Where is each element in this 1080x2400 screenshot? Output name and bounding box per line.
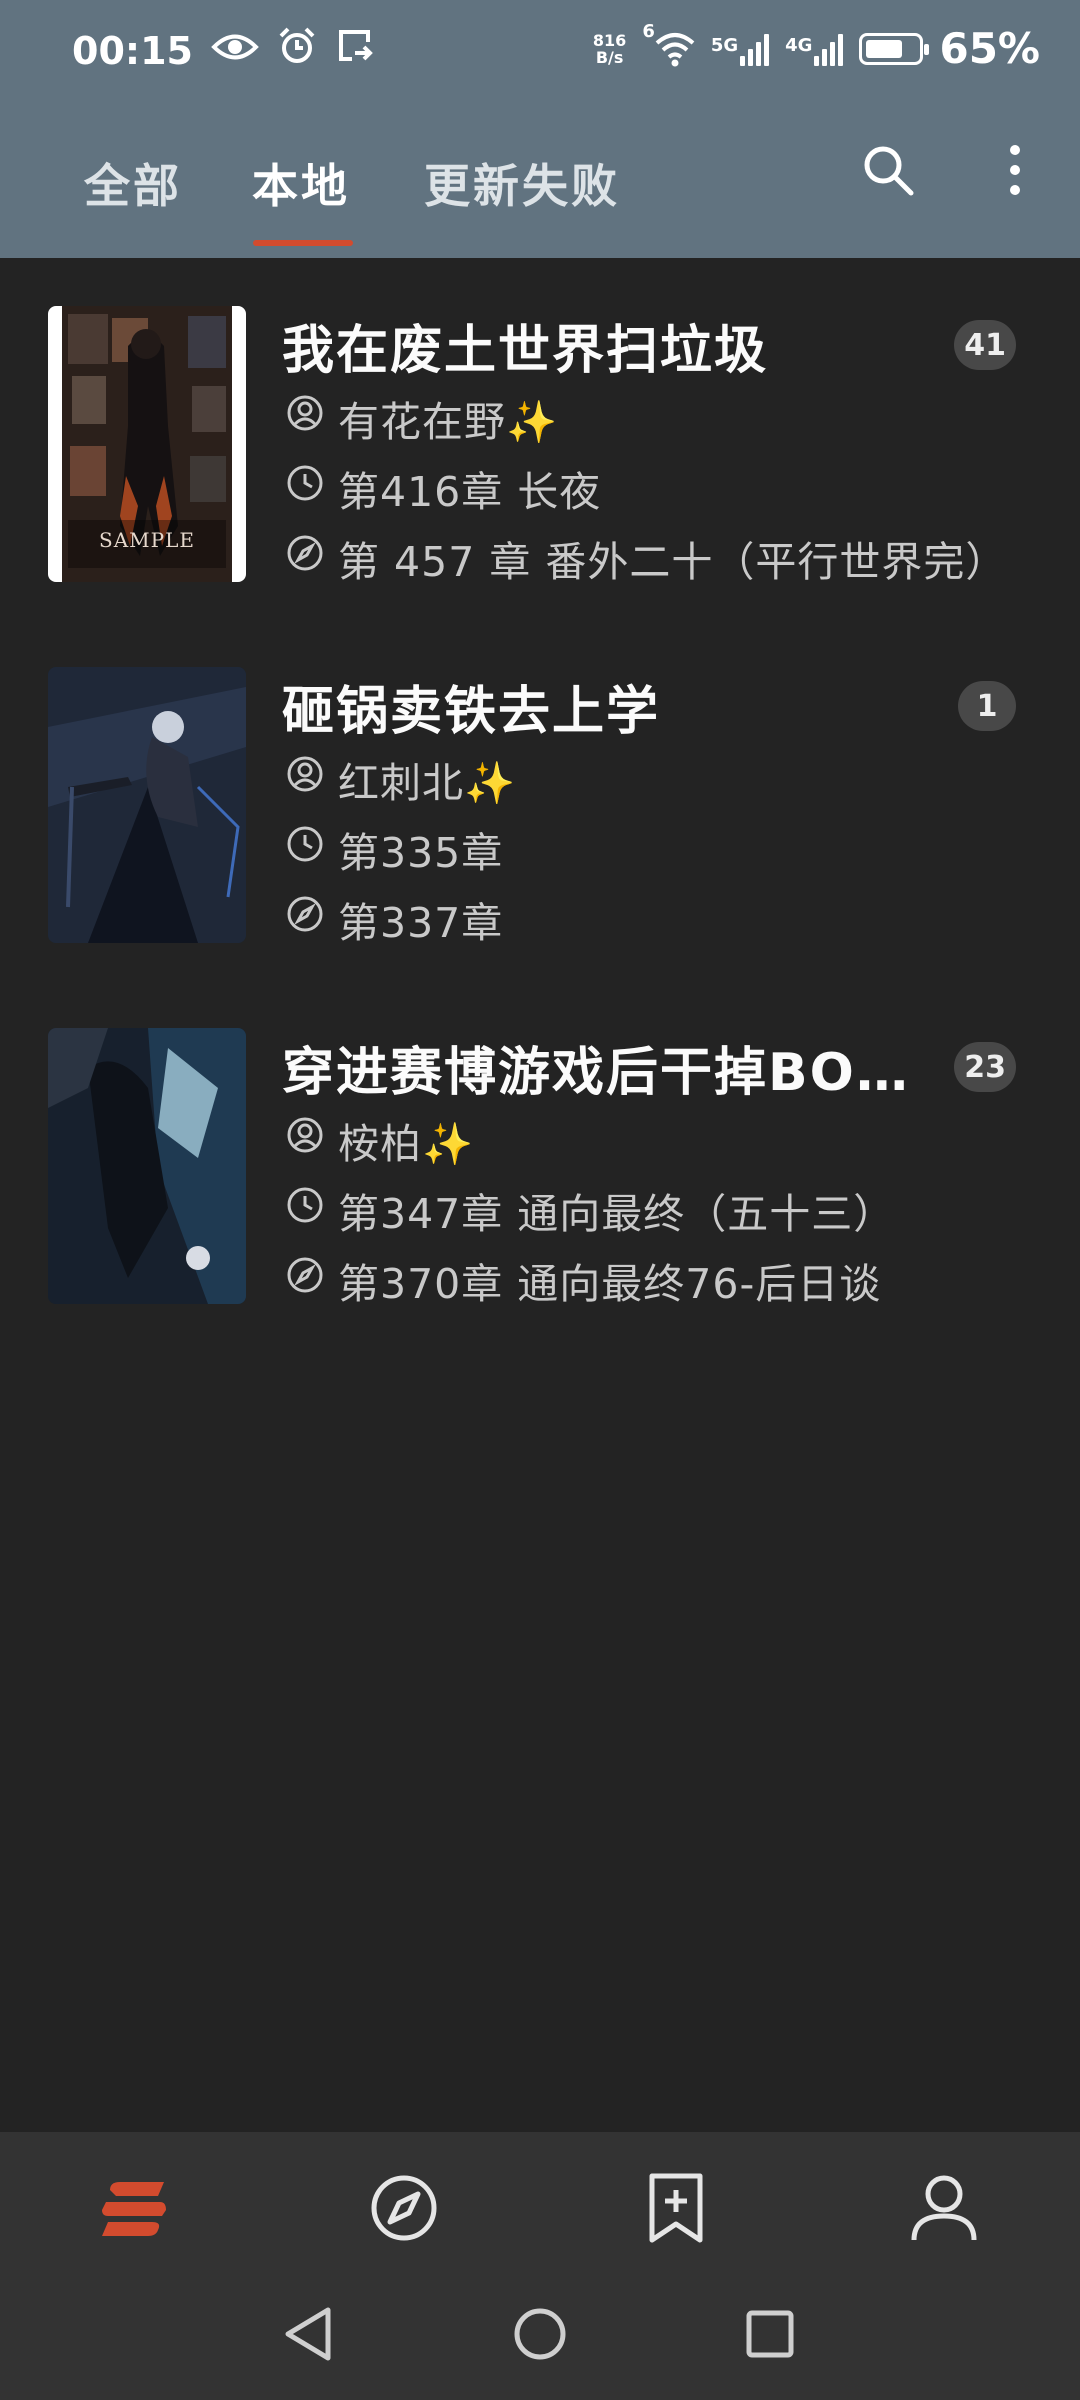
book-latest-row: 第 457 章 番外二十（平行世界完） bbox=[286, 528, 1007, 588]
home-icon[interactable] bbox=[512, 2304, 568, 2368]
book-author-row: 桉柏✨ bbox=[286, 1110, 474, 1170]
signal-icon-sim2: 4G bbox=[785, 32, 844, 66]
book-last-read: 第347章 通向最终（五十三） bbox=[338, 1190, 896, 1238]
book-last-read-row: 第416章 长夜 bbox=[286, 458, 601, 518]
unread-badge: 1 bbox=[958, 681, 1016, 731]
wifi-icon: 6 bbox=[642, 21, 695, 67]
more-vert-icon[interactable] bbox=[1000, 140, 1030, 204]
status-bar: 00:15 816 B/s 6 5G 4G 65% bbox=[0, 0, 1080, 110]
tab-bar: 全部 本地 更新失败 bbox=[0, 140, 1080, 250]
unread-badge: 23 bbox=[954, 1042, 1016, 1092]
unread-badge: 41 bbox=[954, 320, 1016, 370]
book-latest-chapter: 第 457 章 番外二十（平行世界完） bbox=[338, 538, 1008, 586]
book-author: 有花在野✨ bbox=[338, 398, 559, 446]
compass-icon bbox=[286, 1256, 324, 1304]
book-author: 桉柏✨ bbox=[338, 1120, 475, 1168]
book-title: 我在废土世界扫垃圾 bbox=[282, 321, 769, 381]
eye-icon bbox=[211, 29, 259, 73]
book-cover bbox=[48, 1028, 246, 1304]
signal-icon-sim1: 5G bbox=[710, 32, 770, 66]
tab-indicator bbox=[253, 240, 353, 246]
status-right: 816 B/s 6 5G 4G 65% bbox=[593, 21, 1040, 74]
author-icon bbox=[286, 1116, 324, 1164]
bookshelf-icon[interactable] bbox=[98, 2172, 170, 2248]
book-cover: SAMPLE bbox=[48, 306, 246, 582]
back-icon[interactable] bbox=[282, 2304, 334, 2368]
sim1-label: 5G bbox=[710, 34, 739, 56]
status-left: 00:15 bbox=[72, 26, 375, 75]
book-author-row: 有花在野✨ bbox=[286, 388, 558, 448]
search-icon[interactable] bbox=[858, 140, 918, 204]
compass-icon bbox=[286, 895, 324, 943]
book-latest-row: 第337章 bbox=[286, 889, 503, 949]
book-cover bbox=[48, 667, 246, 943]
recents-icon[interactable] bbox=[742, 2304, 798, 2368]
net-speed: 816 B/s bbox=[593, 32, 626, 66]
tab-all[interactable]: 全部 bbox=[84, 150, 182, 216]
tab-local[interactable]: 本地 bbox=[252, 150, 350, 216]
book-last-read-row: 第347章 通向最终（五十三） bbox=[286, 1180, 895, 1240]
clock-icon bbox=[286, 825, 324, 873]
battery-percent: 65% bbox=[939, 24, 1040, 73]
status-time: 00:15 bbox=[72, 28, 193, 73]
net-speed-unit: B/s bbox=[595, 47, 624, 67]
tab-update-failed[interactable]: 更新失败 bbox=[424, 150, 620, 216]
book-item[interactable]: 穿进赛博游戏后干掉BOS… 23 桉柏✨ 第347章 通向最终（五十三） 第37… bbox=[0, 1022, 1080, 1322]
app-header: 00:15 816 B/s 6 5G 4G 65% 全部 本地 更新失败 bbox=[0, 0, 1080, 258]
author-icon bbox=[286, 394, 324, 442]
book-latest-chapter: 第370章 通向最终76-后日谈 bbox=[338, 1260, 882, 1308]
clock-icon bbox=[286, 464, 324, 512]
sim2-label: 4G bbox=[785, 34, 813, 56]
explore-icon[interactable] bbox=[368, 2172, 440, 2248]
book-title: 砸锅卖铁去上学 bbox=[282, 682, 661, 742]
author-icon bbox=[286, 755, 324, 803]
book-latest-row: 第370章 通向最终76-后日谈 bbox=[286, 1250, 881, 1310]
book-item[interactable]: SAMPLE 我在废土世界扫垃圾 41 有花在野✨ 第416章 长夜 第 457… bbox=[0, 300, 1080, 600]
system-nav-bar bbox=[0, 2282, 1080, 2400]
net-speed-value: 816 bbox=[592, 30, 627, 50]
bookmark-add-icon[interactable] bbox=[640, 2172, 712, 2248]
book-latest-chapter: 第337章 bbox=[338, 899, 504, 947]
wifi-label: 6 bbox=[642, 20, 655, 42]
book-title: 穿进赛博游戏后干掉BOS… bbox=[282, 1043, 932, 1103]
book-author: 红刺北✨ bbox=[338, 759, 517, 807]
alarm-icon bbox=[277, 26, 317, 75]
clock-icon bbox=[286, 1186, 324, 1234]
book-item[interactable]: 砸锅卖铁去上学 1 红刺北✨ 第335章 第337章 bbox=[0, 661, 1080, 961]
cover-watermark: SAMPLE bbox=[99, 528, 195, 552]
profile-icon[interactable] bbox=[908, 2172, 980, 2248]
book-last-read: 第416章 长夜 bbox=[338, 468, 602, 516]
battery-icon bbox=[859, 32, 930, 65]
book-last-read: 第335章 bbox=[338, 829, 504, 877]
compass-icon bbox=[286, 534, 324, 582]
book-author-row: 红刺北✨ bbox=[286, 749, 516, 809]
book-last-read-row: 第335章 bbox=[286, 819, 503, 879]
bottom-nav bbox=[0, 2132, 1080, 2282]
cast-icon bbox=[335, 26, 375, 75]
